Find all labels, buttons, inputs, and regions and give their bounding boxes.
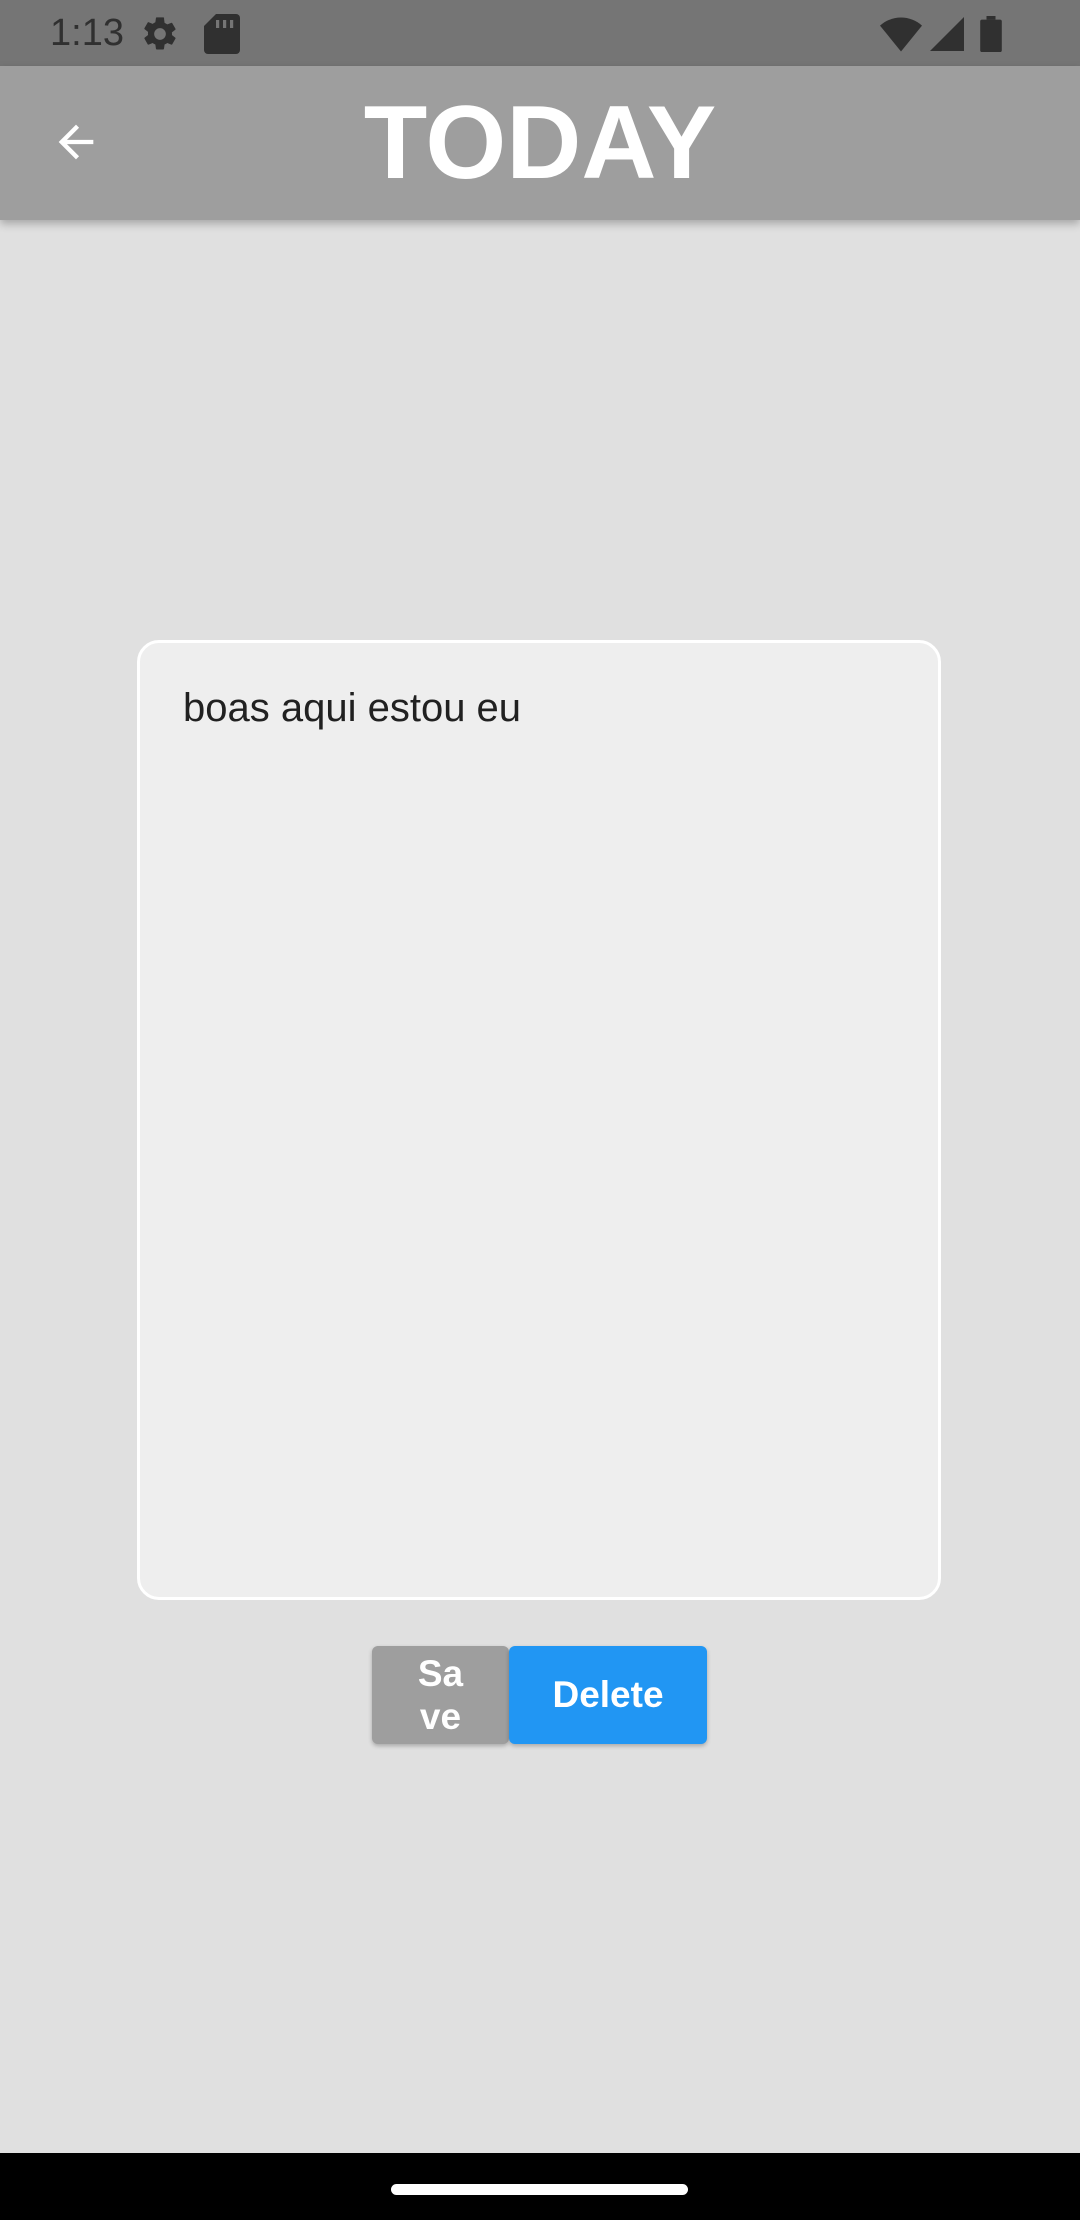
wifi-icon: [880, 16, 922, 57]
status-time: 1:13: [50, 12, 124, 54]
delete-button[interactable]: Delete: [509, 1646, 707, 1744]
note-text-area[interactable]: boas aqui estou eu: [137, 640, 941, 1600]
sd-card-icon: [204, 14, 240, 59]
page-title: TODAY: [363, 85, 717, 201]
save-button-label: Save: [417, 1653, 464, 1737]
status-bar: 1:13: [0, 0, 1080, 66]
app-bar: TODAY: [0, 66, 1080, 220]
save-button[interactable]: Save: [372, 1646, 509, 1744]
home-handle[interactable]: [391, 2184, 688, 2195]
note-text: boas aqui estou eu: [183, 686, 522, 730]
settings-icon: [140, 14, 180, 59]
battery-icon: [980, 16, 1002, 57]
navigation-bar: [0, 2153, 1080, 2220]
delete-button-label: Delete: [552, 1674, 664, 1715]
signal-icon: [930, 16, 964, 57]
